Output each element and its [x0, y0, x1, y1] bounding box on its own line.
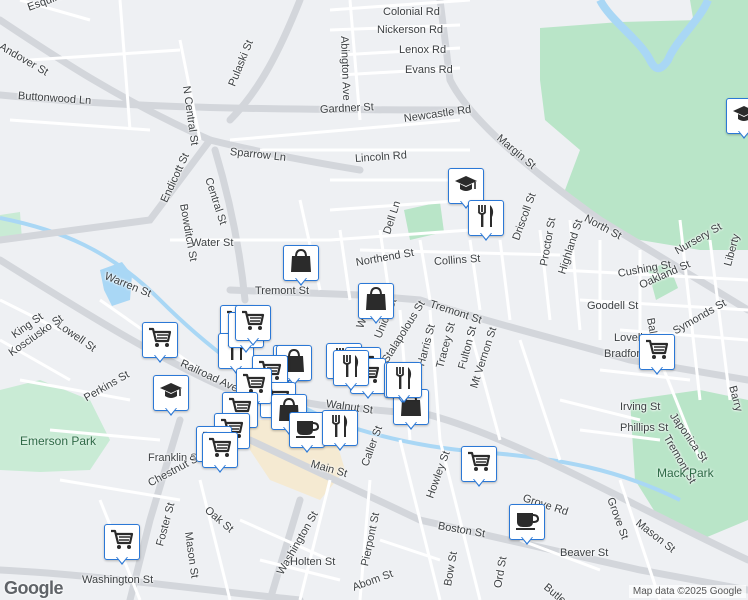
grocery-marker[interactable] [639, 334, 675, 380]
grocery-icon [148, 327, 172, 354]
restaurant-marker[interactable] [386, 362, 422, 408]
street-label: Washington St [82, 574, 154, 586]
street-label: Beaver St [560, 547, 609, 559]
park-label: Mack Park [657, 466, 714, 480]
grocery-marker[interactable] [104, 524, 140, 570]
school-icon [454, 174, 478, 199]
street-label: Water St [191, 237, 234, 249]
park-label: Emerson Park [20, 434, 97, 448]
cafe-icon [515, 510, 540, 535]
street-label: Evans Rd [405, 64, 453, 76]
school-marker[interactable] [726, 98, 748, 144]
street-label: Lenox Rd [399, 44, 447, 56]
cafe-icon [295, 418, 320, 443]
restaurant-icon [393, 366, 415, 395]
shopping-icon [290, 248, 312, 278]
cafe-marker[interactable] [289, 412, 325, 458]
shopping-marker[interactable] [358, 283, 394, 329]
grocery-marker[interactable] [202, 432, 238, 478]
restaurant-icon [340, 354, 362, 383]
restaurant-icon [475, 204, 497, 233]
grocery-icon [467, 451, 491, 478]
grocery-icon [645, 339, 669, 366]
google-logo: Google [4, 578, 64, 598]
grocery-icon [208, 437, 232, 464]
restaurant-marker[interactable] [468, 200, 504, 246]
map-attribution: Map data ©2025 Google [628, 585, 746, 598]
school-marker[interactable] [153, 375, 189, 421]
grocery-marker[interactable] [461, 446, 497, 492]
street-label: Goodell St [587, 300, 639, 312]
street-label: Irving St [620, 401, 661, 413]
cafe-marker[interactable] [509, 504, 545, 550]
shopping-marker[interactable] [283, 245, 319, 291]
street-label: Colonial Rd [383, 6, 440, 18]
map-canvas[interactable]: Google Map data ©2025 Google Andover StE… [0, 0, 748, 600]
grocery-icon [241, 310, 265, 337]
street-label: Nickerson Rd [377, 24, 444, 36]
restaurant-icon [329, 414, 351, 443]
street-label: Holten St [290, 556, 336, 568]
grocery-icon [110, 529, 134, 556]
street-label: Abington Ave [338, 35, 353, 101]
shopping-icon [365, 286, 387, 316]
grocery-marker[interactable] [142, 322, 178, 368]
street-label: Phillips St [620, 422, 669, 434]
restaurant-marker[interactable] [333, 350, 369, 396]
school-icon [159, 381, 183, 406]
grocery-marker[interactable] [235, 305, 271, 351]
school-icon [732, 104, 748, 129]
restaurant-marker[interactable] [322, 410, 358, 456]
